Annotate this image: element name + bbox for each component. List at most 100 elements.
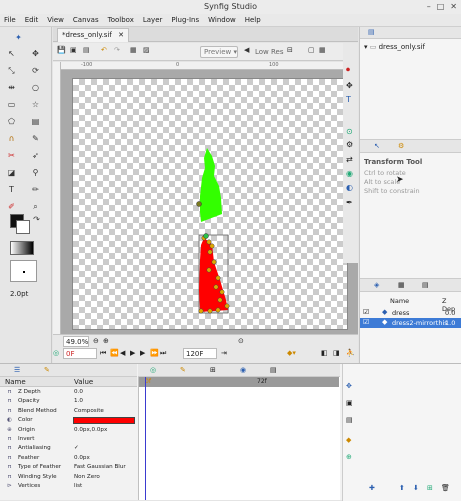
timetrack-area[interactable]: 0f 72f bbox=[138, 377, 340, 500]
params-header: Name Value bbox=[0, 377, 137, 387]
param-value[interactable]: 0.0 bbox=[74, 388, 83, 397]
graph-panel-icon[interactable]: ⊞ bbox=[210, 366, 216, 374]
link-icon[interactable]: ⊕ bbox=[346, 453, 352, 461]
record-icon[interactable]: ⏺ bbox=[346, 65, 350, 75]
color-param-swatch[interactable] bbox=[73, 417, 135, 425]
canvas-browser-item[interactable]: ▾ ▭ dress_only.sif bbox=[364, 43, 425, 51]
param-value[interactable]: 0.0px bbox=[74, 454, 90, 463]
param-value[interactable]: 0.0px,0.0px bbox=[74, 426, 107, 435]
param-row[interactable]: π Antialiasing ✓ bbox=[0, 444, 137, 453]
param-row[interactable]: ◐ Color bbox=[0, 416, 137, 425]
bounds-icon[interactable]: ⇥ bbox=[221, 349, 227, 357]
width-handles-icon[interactable]: ✥ bbox=[346, 81, 353, 90]
param-row[interactable]: π Type of Feather Fast Gaussian Blur bbox=[0, 463, 137, 472]
seek-begin-icon[interactable]: ⏮ bbox=[100, 349, 106, 358]
param-icon: π bbox=[7, 454, 12, 461]
layers-name-header: Name bbox=[390, 297, 410, 305]
next-frame-icon[interactable]: ▶ bbox=[140, 349, 145, 357]
delete-layer-icon[interactable]: 🗑 bbox=[441, 484, 450, 492]
vertex-handle bbox=[206, 239, 212, 245]
tangent-icon[interactable]: ⇄ bbox=[346, 155, 353, 164]
layer-row-selected[interactable]: ☑ ◆ dress2-mirrorthis 1.0 bbox=[360, 318, 461, 328]
keyframes-panel-icon[interactable]: ✎ bbox=[44, 366, 50, 374]
add-layer-icon[interactable]: ✚ bbox=[369, 484, 375, 492]
canvas-browser-tabbar: ▤ bbox=[360, 27, 461, 39]
soundtrack-panel-icon[interactable]: ◉ bbox=[240, 366, 246, 374]
zoom-out-icon[interactable]: ⊖ bbox=[93, 337, 99, 345]
tool-hint: Alt to scale bbox=[364, 178, 401, 186]
param-icon: ⊕ bbox=[7, 426, 12, 433]
pen-side-icon[interactable]: ✒ bbox=[346, 198, 353, 207]
tool-options-icon[interactable]: ↖ bbox=[374, 142, 380, 150]
params-panel-icon[interactable]: ☰ bbox=[14, 366, 20, 374]
move-down-icon[interactable]: ⬇ bbox=[413, 484, 419, 492]
current-frame-input[interactable]: 0F bbox=[63, 348, 97, 359]
seek-end-icon[interactable]: ⏭ bbox=[160, 349, 166, 358]
param-row[interactable]: π Feather 0.0px bbox=[0, 454, 137, 463]
timetrack-panel-icon[interactable]: ◎ bbox=[150, 366, 156, 374]
param-value[interactable]: Non Zero bbox=[74, 473, 100, 482]
layer-name: dress bbox=[392, 309, 410, 317]
keyframe-lock-icon[interactable]: ◆▾ bbox=[287, 349, 296, 357]
expand-icon[interactable]: ▾ bbox=[364, 43, 368, 51]
prev-keyframe-icon[interactable]: ⏪ bbox=[110, 349, 119, 357]
zoom-input[interactable]: 49.0% bbox=[63, 336, 89, 347]
prev-frame-icon[interactable]: ◀ bbox=[120, 349, 125, 357]
layer-visible-checkbox[interactable]: ☑ bbox=[363, 318, 369, 326]
param-row[interactable]: π Z Depth 0.0 bbox=[0, 388, 137, 397]
canvas-browser-icon[interactable]: ▤ bbox=[368, 28, 375, 36]
param-value[interactable]: Fast Gaussian Blur bbox=[74, 463, 126, 472]
param-name: Color bbox=[18, 417, 33, 424]
library2-panel-icon[interactable]: ▤ bbox=[270, 366, 277, 374]
group-layer-icon[interactable]: ⊞ bbox=[427, 484, 433, 492]
onion-future-icon[interactable]: ◨ bbox=[333, 349, 340, 357]
navigator-icon[interactable]: ⚙ bbox=[398, 142, 404, 150]
layer-ducks-icon[interactable]: ◉ bbox=[346, 169, 353, 178]
tool-hint: Shift to constrain bbox=[364, 187, 420, 195]
mouse-cursor-icon: ➤ bbox=[396, 175, 404, 185]
move-up-icon[interactable]: ⬆ bbox=[399, 484, 405, 492]
param-icon: π bbox=[7, 436, 12, 442]
layers-panel-icon[interactable]: ◈ bbox=[374, 281, 379, 289]
onion-past-icon[interactable]: ◧ bbox=[321, 349, 328, 357]
duplicate-layer-icon[interactable]: ▤ bbox=[346, 416, 353, 424]
lower-layer-icon[interactable]: ▣ bbox=[346, 399, 353, 407]
param-value[interactable]: Composite bbox=[74, 407, 104, 416]
animation-person-icon[interactable]: ⛹ bbox=[346, 349, 355, 357]
vertex-handle bbox=[198, 308, 204, 314]
param-value[interactable]: ✓ bbox=[74, 444, 79, 453]
text-tool-side-icon[interactable]: T bbox=[346, 95, 351, 104]
param-value[interactable]: list bbox=[74, 482, 82, 491]
zoom-fit-icon[interactable]: ⊙ bbox=[238, 337, 244, 345]
layer-row[interactable]: ☑ ◆ dress 0.0 bbox=[360, 308, 461, 318]
play-icon[interactable]: ▶ bbox=[130, 349, 135, 357]
param-row[interactable]: ⊕ Origin 0.0px,0.0px bbox=[0, 426, 137, 435]
end-frame-input[interactable]: 120F bbox=[183, 348, 217, 359]
zoom-in-icon[interactable]: ⊕ bbox=[103, 337, 109, 345]
param-row[interactable]: ⊳ Vertices list bbox=[0, 482, 137, 491]
param-row[interactable]: π Blend Method Composite bbox=[0, 407, 137, 416]
blend-icon[interactable]: ◐ bbox=[346, 183, 353, 192]
param-row[interactable]: π Opacity 1.0 bbox=[0, 397, 137, 406]
curves-panel-icon[interactable]: ✎ bbox=[180, 366, 186, 374]
param-name: Antialiasing bbox=[18, 445, 51, 452]
sets-panel-icon[interactable]: ▦ bbox=[398, 281, 405, 289]
vertex-handle bbox=[224, 303, 230, 309]
bone-tool-icon[interactable]: ⊙ bbox=[346, 127, 353, 136]
time-cursor[interactable] bbox=[145, 377, 146, 500]
params-tabbar: ☰ ✎ bbox=[0, 364, 137, 377]
param-value[interactable]: 1.0 bbox=[74, 397, 83, 406]
encapsulate-icon[interactable]: ◆ bbox=[346, 436, 351, 444]
raise-layer-icon[interactable]: ✥ bbox=[346, 382, 352, 390]
library-panel-icon[interactable]: ▤ bbox=[422, 281, 429, 289]
next-keyframe-icon[interactable]: ⏩ bbox=[150, 349, 159, 357]
params-name-header: Name bbox=[5, 378, 26, 386]
param-row[interactable]: π Winding Style Non Zero bbox=[0, 473, 137, 482]
param-name: Origin bbox=[18, 426, 35, 433]
time-ruler[interactable]: 0f 72f bbox=[139, 377, 339, 387]
ducks-icon[interactable]: ⚙ bbox=[346, 140, 353, 149]
param-row[interactable]: π Invert bbox=[0, 435, 137, 444]
layer-visible-checkbox[interactable]: ☑ bbox=[363, 308, 369, 316]
origin-handle bbox=[203, 233, 209, 239]
animation-mode-icon[interactable]: ◎ bbox=[53, 349, 59, 357]
